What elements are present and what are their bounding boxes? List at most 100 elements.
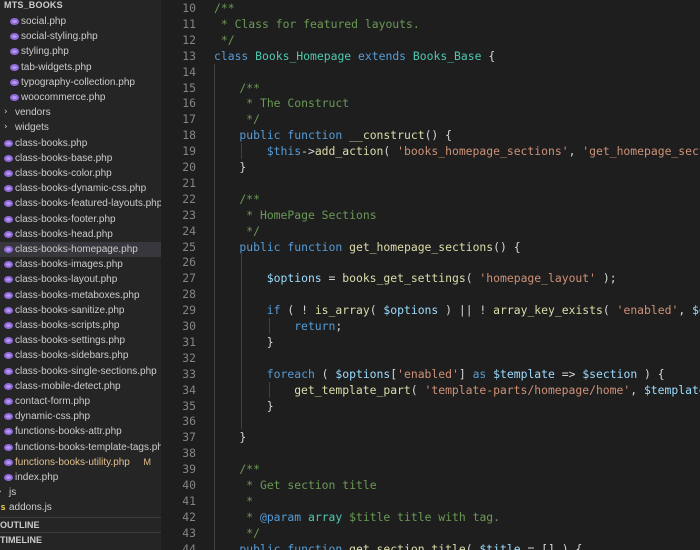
- code-text: }: [239, 159, 246, 175]
- file-class-books-base-php[interactable]: class-books-base.php: [0, 151, 161, 166]
- line-number: 42: [182, 509, 196, 524]
- panel-outline[interactable]: OUTLINE: [0, 517, 161, 533]
- file-functions-books-attr-php[interactable]: functions-books-attr.php: [0, 424, 161, 439]
- code-editor[interactable]: 10/** 11 * Class for featured layouts. 12 …: [162, 0, 700, 550]
- code-text: return;: [294, 318, 342, 334]
- code-line[interactable]: 22 /**: [162, 190, 700, 207]
- line-number: 35: [182, 398, 196, 413]
- chevron-right-icon[interactable]: ›: [0, 485, 2, 500]
- file-class-books-footer-php[interactable]: class-books-footer.php: [0, 212, 161, 227]
- explorer-header[interactable]: MTS_BOOKS: [0, 0, 161, 13]
- code-line[interactable]: 42 * @param array $title title with tag.: [162, 508, 700, 525]
- folder-widgets[interactable]: › widgets: [0, 120, 161, 135]
- php-file-icon: [10, 78, 19, 86]
- code-line[interactable]: 23 * HomePage Sections: [162, 206, 700, 223]
- file-class-books-layout-php[interactable]: class-books-layout.php: [0, 272, 161, 287]
- code-line[interactable]: 41 *: [162, 492, 700, 509]
- code-line[interactable]: 15 /**: [162, 79, 700, 96]
- file-class-books-dynamic-css-php[interactable]: class-books-dynamic-css.php: [0, 181, 161, 196]
- file-class-books-head-php[interactable]: class-books-head.php: [0, 227, 161, 242]
- code-token: /**: [239, 462, 260, 477]
- line-number: 32: [182, 350, 196, 365]
- indent-guide: [214, 349, 215, 366]
- code-line[interactable]: 14: [162, 63, 700, 80]
- file-index-php[interactable]: index.php: [0, 470, 161, 485]
- code-line[interactable]: 17 */: [162, 111, 700, 128]
- file-woocommerce-php[interactable]: woocommerce.php: [0, 90, 161, 105]
- file-class-books-featured-layouts-php[interactable]: class-books-featured-layouts.php: [0, 196, 161, 211]
- code-line[interactable]: 36: [162, 413, 700, 430]
- code-line[interactable]: 12 */: [162, 32, 700, 48]
- file-social-php[interactable]: social.php: [0, 14, 161, 29]
- file-class-books-sanitize-php[interactable]: class-books-sanitize.php: [0, 303, 161, 318]
- code-line[interactable]: 10 /**: [162, 0, 700, 16]
- php-file-icon: [10, 48, 19, 56]
- code-line[interactable]: 27 $options = books_get_settings( 'homepa…: [162, 270, 700, 287]
- file-class-books-metaboxes-php[interactable]: class-books-metaboxes.php: [0, 288, 161, 303]
- file-label: functions-books-template-tags.php: [15, 441, 161, 453]
- indent-guide: [214, 79, 215, 96]
- file-functions-books-utility-php[interactable]: functions-books-utility.php M: [0, 455, 161, 470]
- php-file-icon: [4, 474, 13, 481]
- chevron-right-icon[interactable]: ›: [4, 105, 8, 120]
- code-line[interactable]: 40 * Get section title: [162, 477, 700, 493]
- file-class-books-sidebars-php[interactable]: class-books-sidebars.php: [0, 348, 161, 363]
- code-line[interactable]: 29 if ( ! is_array( $options ) || ! array…: [162, 302, 700, 319]
- code-line[interactable]: 16 * The Construct: [162, 95, 700, 112]
- code-line[interactable]: 39 /**: [162, 461, 700, 478]
- file-class-books-color-php[interactable]: class-books-color.php: [0, 166, 161, 181]
- file-class-books-settings-php[interactable]: class-books-settings.php: [0, 333, 161, 348]
- code-line[interactable]: 28: [162, 286, 700, 303]
- file-functions-books-template-tags-php[interactable]: functions-books-template-tags.php: [0, 440, 161, 455]
- code-line[interactable]: 35}: [162, 397, 700, 414]
- code-line[interactable]: 13 class Books_Homepage extends Books_Bas…: [162, 48, 700, 64]
- code-line[interactable]: 11 * Class for featured layouts.: [162, 16, 700, 32]
- file-dynamic-css-php[interactable]: dynamic-css.php: [0, 409, 161, 424]
- code-token: __construct: [349, 128, 425, 143]
- code-line[interactable]: 30 return;: [162, 318, 700, 334]
- file-tab-widgets-php[interactable]: tab-widgets.php: [0, 60, 161, 75]
- code-token: $options: [383, 303, 439, 318]
- code-line[interactable]: 31}: [162, 333, 700, 350]
- file-class-books-images-php[interactable]: class-books-images.php: [0, 257, 161, 272]
- file-class-books-single-sections-php[interactable]: class-books-single-sections.php: [0, 364, 161, 379]
- code-line[interactable]: 34 get_template_part( 'template-parts/hom…: [162, 381, 700, 398]
- code-line[interactable]: 44 public function get_section_title( $ti…: [162, 540, 700, 550]
- code-line[interactable]: 18 public function __construct() {: [162, 127, 700, 144]
- code-line[interactable]: 33 foreach ( $options['enabled'] as $temp…: [162, 365, 700, 382]
- code-line[interactable]: 26: [162, 254, 700, 271]
- file-class-books-php[interactable]: class-books.php: [0, 136, 161, 151]
- code-line[interactable]: 24 */: [162, 222, 700, 239]
- file-class-books-scripts-php[interactable]: class-books-scripts.php: [0, 318, 161, 333]
- panel-timeline[interactable]: TIMELINE: [0, 532, 161, 548]
- indent-guide: [241, 286, 243, 303]
- code-line[interactable]: 43 */: [162, 524, 700, 541]
- code-line[interactable]: 19 $this->add_action( 'books_homepage_sec…: [162, 143, 700, 160]
- file-typography-collection-php[interactable]: typography-collection.php: [0, 75, 161, 90]
- line-number: 28: [182, 287, 196, 302]
- code-line[interactable]: 25 public function get_homepage_sections(…: [162, 238, 700, 255]
- file-addons-js[interactable]: JSaddons.js: [0, 500, 161, 515]
- code-token: *: [239, 493, 254, 508]
- file-class-books-homepage-php[interactable]: class-books-homepage.php: [0, 242, 161, 257]
- code-token: = [] ) {: [520, 541, 583, 550]
- code-line[interactable]: 20}: [162, 159, 700, 175]
- code-token: (: [383, 144, 398, 159]
- folder-vendors[interactable]: › vendors: [0, 105, 161, 120]
- code-line[interactable]: 21: [162, 174, 700, 191]
- code-token: () {: [493, 239, 521, 254]
- code-line[interactable]: 38: [162, 445, 700, 462]
- file-styling-php[interactable]: styling.php: [0, 44, 161, 59]
- line-number: 11: [182, 16, 196, 31]
- file-label: js: [9, 487, 17, 499]
- code-line[interactable]: 37}: [162, 429, 700, 446]
- code-text: get_template_part( 'template-parts/homep…: [294, 382, 700, 398]
- file-social-styling-php[interactable]: social-styling.php: [0, 29, 161, 44]
- code-token: 'enabled': [397, 366, 459, 381]
- file-contact-form-php[interactable]: contact-form.php: [0, 394, 161, 409]
- file-class-mobile-detect-php[interactable]: class-mobile-detect.php: [0, 379, 161, 394]
- folder-js[interactable]: › js: [0, 485, 161, 500]
- line-number: 40: [182, 478, 196, 492]
- chevron-right-icon[interactable]: ›: [4, 120, 8, 135]
- code-line[interactable]: 32: [162, 349, 700, 366]
